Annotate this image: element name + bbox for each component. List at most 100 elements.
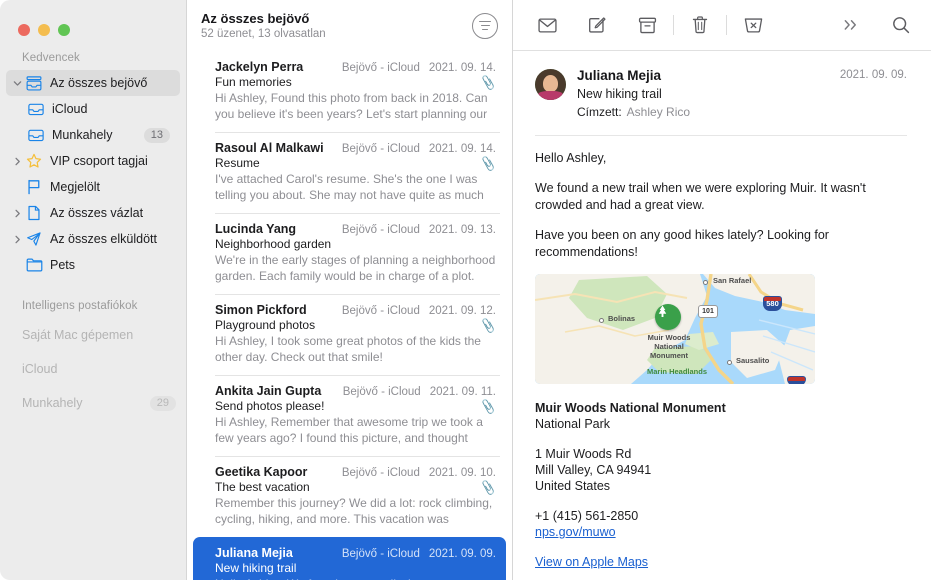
message-list-item[interactable]: Jackelyn Perra Bejövő - iCloud 2021. 09.… (193, 51, 506, 132)
sidebar-item-label: iCloud (22, 362, 58, 376)
sidebar-item-label: Saját Mac gépemen (22, 328, 134, 342)
message-mailbox: Bejövő - iCloud (341, 143, 420, 155)
message-view: Juliana Mejia New hiking trail Címzett: A… (513, 51, 931, 580)
map-preview[interactable]: San Rafael Bolinas Sausalito Marin Headl… (535, 274, 815, 384)
message-date: 2021. 09. 12. (428, 305, 496, 317)
sidebar-item-icloud[interactable]: iCloud (6, 96, 180, 122)
message-date: 2021. 09. 09. (839, 69, 907, 81)
sidebar-item-all-drafts[interactable]: Az összes vázlat (6, 200, 180, 226)
place-address-line3: United States (535, 479, 611, 493)
message-date: 2021. 09. 14. (428, 143, 496, 155)
place-name: Muir Woods National Monument (535, 401, 726, 415)
unread-badge: 29 (149, 395, 176, 411)
window-controls (0, 0, 186, 44)
message-sender: Simon Pickford (215, 303, 307, 317)
chevron-right-icon[interactable] (10, 157, 24, 166)
avatar (535, 69, 566, 100)
sidebar-item-on-my-mac[interactable]: Saját Mac gépemen (0, 318, 186, 352)
sidebar-item-vip[interactable]: VIP csoport tagjai (6, 148, 180, 174)
message-list-item-selected[interactable]: Juliana Mejia Bejövő - iCloud 2021. 09. … (193, 537, 506, 580)
body-paragraph: Hello Ashley, (535, 151, 607, 165)
archive-icon[interactable] (635, 13, 659, 37)
place-address-line2: Mill Valley, CA 94941 (535, 463, 652, 477)
sidebar-item-label: Munkahely (52, 128, 113, 142)
message-mailbox: Bejövő - iCloud (342, 386, 421, 398)
sidebar-section-favorites: Kedvencek (22, 52, 80, 64)
message-list-item[interactable]: Lucinda Yang Bejövő - iCloud 2021. 09. 1… (193, 213, 506, 294)
toolbar-divider (673, 15, 674, 35)
message-date: 2021. 09. 09. (428, 548, 496, 560)
inbox-icon (26, 103, 46, 116)
filter-icon[interactable] (472, 12, 498, 39)
toolbar-divider (726, 15, 727, 35)
place-phone: +1 (415) 561-2850 (535, 509, 639, 523)
message-mailbox: Bejövő - iCloud (341, 62, 420, 74)
message-mailbox: Bejövő - iCloud (341, 224, 420, 236)
trash-icon[interactable] (688, 13, 712, 37)
unread-badge: 13 (143, 127, 170, 143)
sidebar-item-label: Munkahely (22, 396, 83, 410)
zoom-button[interactable] (58, 24, 70, 36)
place-address-line1: 1 Muir Woods Rd (535, 447, 632, 461)
sidebar-item-pets[interactable]: Pets (6, 252, 180, 278)
message-mailbox: Bejövő - iCloud (341, 548, 420, 560)
map-label-bolinas: Bolinas (608, 314, 636, 323)
recipient-name[interactable]: Ashley Rico (627, 105, 690, 119)
map-dot-sanrafael (703, 280, 708, 285)
national-park-pin (655, 304, 681, 330)
draft-icon (24, 205, 44, 221)
flag-icon (24, 179, 44, 195)
minimize-button[interactable] (38, 24, 50, 36)
sidebar-item-smart-icloud[interactable]: iCloud (0, 352, 186, 386)
view-on-apple-maps-link[interactable]: View on Apple Maps (535, 554, 907, 570)
junk-icon[interactable] (741, 13, 765, 37)
place-website-link[interactable]: nps.gov/muwo (535, 524, 907, 540)
map-label-sausalito: Sausalito (736, 356, 770, 365)
close-button[interactable] (18, 24, 30, 36)
sent-icon (24, 231, 44, 247)
all-inboxes-icon (24, 75, 44, 91)
chevron-down-icon[interactable] (10, 79, 24, 88)
reading-pane: Juliana Mejia New hiking trail Címzett: A… (512, 0, 931, 580)
body-paragraph: We found a new trail when we were explor… (535, 181, 866, 212)
sidebar-item-work[interactable]: Munkahely 13 (6, 122, 180, 148)
attachment-icon: 📎 (479, 479, 498, 497)
sidebar-item-all-sent[interactable]: Az összes elküldött (6, 226, 180, 252)
message-recipient: Címzett: Ashley Rico (577, 103, 840, 121)
sidebar-item-flagged[interactable]: Megjelölt (6, 174, 180, 200)
body-paragraph: Have you been on any good hikes lately? … (535, 228, 829, 259)
sidebar-item-all-inboxes[interactable]: Az összes bejövő (6, 70, 180, 96)
map-dot-bolinas (599, 318, 604, 323)
sidebar-item-label: Megjelölt (50, 180, 101, 194)
message-sender: Rasoul Al Malkawi (215, 141, 324, 155)
message-list-item[interactable]: Ankita Jain Gupta Bejövő - iCloud 2021. … (193, 375, 506, 456)
inbox-icon (26, 129, 46, 142)
attachment-icon: 📎 (479, 317, 498, 335)
message-preview: We're in the early stages of planning a … (215, 253, 496, 283)
chevron-right-icon[interactable] (10, 235, 24, 244)
mailbox-heading: Az összes bejövő 52 üzenet, 13 olvasatla… (201, 9, 472, 42)
message-date: 2021. 09. 10. (428, 467, 496, 479)
chevron-right-icon[interactable] (10, 209, 24, 218)
message-preview: Hi Ashley, I took some great photos of t… (215, 334, 481, 364)
map-label-marin-headlands: Marin Headlands (647, 367, 708, 376)
more-icon[interactable] (839, 13, 863, 37)
message-subject: Fun memories (215, 75, 292, 89)
message-list-item[interactable]: Rasoul Al Malkawi Bejövő - iCloud 2021. … (193, 132, 506, 213)
mark-unread-icon[interactable] (535, 13, 559, 37)
recipient-label: Címzett: (577, 105, 622, 119)
place-card: Muir Woods National Monument National Pa… (535, 384, 907, 570)
message-list[interactable]: Jackelyn Perra Bejövő - iCloud 2021. 09.… (187, 51, 512, 580)
mailbox-title: Az összes bejövő (201, 11, 310, 26)
sidebar: Kedvencek Az összes bejövő iCloud Munkah… (0, 0, 186, 580)
message-list-item[interactable]: Geetika Kapoor Bejövő - iCloud 2021. 09.… (193, 456, 506, 537)
sidebar-item-smart-work[interactable]: Munkahely 29 (0, 386, 186, 420)
message-sender: Geetika Kapoor (215, 465, 308, 479)
compose-icon[interactable] (585, 13, 609, 37)
map-label-san-rafael: San Rafael (713, 276, 752, 285)
message-list-item[interactable]: Simon Pickford Bejövő - iCloud 2021. 09.… (193, 294, 506, 375)
search-icon[interactable] (889, 13, 913, 37)
